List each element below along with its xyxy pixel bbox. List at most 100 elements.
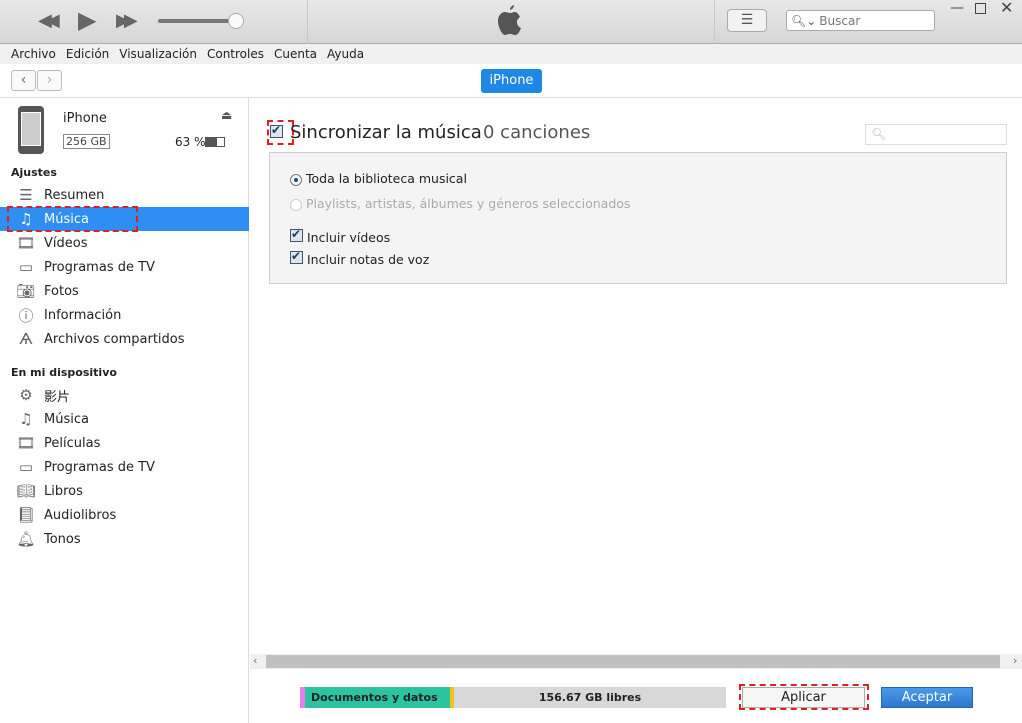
sidebar-item-label: Audiolibros	[44, 507, 117, 523]
menu-controles[interactable]: Controles	[202, 47, 269, 61]
sync-options-box: Toda la biblioteca musical Playlists, ar…	[269, 152, 1007, 284]
main-panel: Sincronizar la música 0 canciones 🔍︎ Tod…	[250, 98, 1022, 653]
app-store-icon: Ѧ	[19, 330, 33, 348]
scroll-right-icon[interactable]: ›	[1013, 654, 1017, 667]
camera-icon: 📷︎	[16, 282, 36, 300]
option-label: Incluir vídeos	[306, 230, 391, 245]
list-view-button[interactable]: ☰	[727, 9, 767, 32]
sidebar-item-device-tv[interactable]: ▭ Programas de TV	[0, 455, 249, 479]
menu-archivo[interactable]: Archivo	[6, 47, 61, 61]
search-icon: 🔍︎⌄	[791, 13, 817, 28]
device-button[interactable]: iPhone	[481, 69, 542, 93]
sidebar-item-peliculas[interactable]: 🎞︎ Películas	[0, 431, 249, 455]
sidebar: iPhone 256 GB ⏏ 63 % Ajustes ☰ Resumen ♫ M…	[0, 98, 249, 723]
horizontal-scrollbar[interactable]: ‹ ›	[250, 654, 1022, 669]
divider	[714, 0, 715, 44]
option-all-library[interactable]: Toda la biblioteca musical	[290, 171, 467, 186]
radio-selected[interactable]	[290, 198, 302, 211]
forward-button[interactable]: ›	[37, 70, 62, 91]
sidebar-item-label: Tonos	[44, 531, 81, 547]
volume-knob[interactable]	[228, 13, 244, 29]
sidebar-item-informacion[interactable]: ⓘ Información	[0, 303, 249, 327]
sidebar-item-label: 影片	[44, 389, 71, 405]
sidebar-item-tv[interactable]: ▭ Programas de TV	[0, 255, 249, 279]
highlight-box	[739, 684, 869, 710]
search-box[interactable]: 🔍︎⌄	[786, 10, 935, 31]
sidebar-item-fotos[interactable]: 📷︎ Fotos	[0, 279, 249, 303]
film-icon: 🎞︎	[16, 234, 36, 252]
sidebar-item-label: Programas de TV	[44, 459, 155, 475]
sidebar-item-audiolibros[interactable]: 📘︎ Audiolibros	[0, 503, 249, 527]
divider	[307, 0, 308, 44]
bell-icon: 🔔︎	[16, 530, 36, 548]
gear-icon: ⚙	[19, 386, 33, 404]
device-header: En mi dispositivo	[11, 366, 117, 379]
accept-button[interactable]: Aceptar	[881, 687, 973, 708]
capacity-badge: 256 GB	[63, 134, 110, 149]
option-label: Incluir notas de voz	[306, 252, 430, 267]
tv-icon: ▭	[18, 458, 34, 476]
scrollbar-thumb[interactable]	[266, 655, 1000, 668]
sidebar-item-label: Fotos	[44, 283, 79, 299]
sidebar-item-label: Películas	[44, 435, 101, 451]
play-button[interactable]: ▶	[78, 6, 96, 34]
include-videos-checkbox[interactable]	[290, 227, 303, 242]
include-videos[interactable]: Incluir vídeos	[290, 227, 391, 245]
tv-icon: ▭	[18, 258, 34, 276]
minimize-button[interactable]: —	[950, 0, 964, 16]
sync-music-label: Sincronizar la música	[290, 122, 482, 143]
back-button[interactable]: ‹	[11, 70, 36, 91]
battery-percent: 63 %	[175, 135, 206, 149]
sidebar-item-resumen[interactable]: ☰ Resumen	[0, 183, 249, 207]
storage-segment-docs: Documentos y datos	[305, 687, 450, 708]
list-icon: ☰	[19, 186, 33, 204]
film-icon: 🎞︎	[16, 434, 36, 452]
sidebar-item-label: Información	[44, 307, 122, 323]
sidebar-item-label: Archivos compartidos	[44, 331, 185, 347]
sidebar-item-device-musica[interactable]: ♫ Música	[0, 407, 249, 431]
sidebar-item-label: Libros	[44, 483, 83, 499]
menu-ayuda[interactable]: Ayuda	[322, 47, 369, 61]
storage-bar: Documentos y datos 156.67 GB libres	[300, 687, 726, 708]
search-input[interactable]	[819, 13, 930, 28]
song-count: 0 canciones	[483, 122, 591, 143]
menu-edicion[interactable]: Edición	[61, 47, 114, 61]
fast-forward-button[interactable]: ▶▶	[116, 10, 138, 31]
search-icon: 🔍︎	[871, 127, 887, 141]
scroll-left-icon[interactable]: ‹	[253, 654, 257, 667]
device-name: iPhone	[63, 111, 107, 126]
menu-cuenta[interactable]: Cuenta	[269, 47, 322, 61]
menu-visualizacion[interactable]: Visualización	[114, 47, 202, 61]
include-voice-memos[interactable]: Incluir notas de voz	[290, 249, 430, 267]
title-toolbar: ◀◀ ▶ ▶▶ ☰ 🔍︎⌄ — ✕	[0, 0, 1022, 44]
highlight-box	[7, 206, 138, 232]
sidebar-item-archivos[interactable]: Ѧ Archivos compartidos	[0, 327, 249, 351]
maximize-button[interactable]	[975, 3, 986, 14]
sidebar-item-tonos[interactable]: 🔔︎ Tonos	[0, 527, 249, 551]
sidebar-item-label: Vídeos	[44, 235, 88, 251]
book-icon: 📖︎	[16, 482, 36, 500]
info-icon: ⓘ	[18, 306, 34, 325]
sidebar-item-libros[interactable]: 📖︎ Libros	[0, 479, 249, 503]
menu-bar: Archivo Edición Visualización Controles …	[0, 44, 1022, 64]
sidebar-item-label: Programas de TV	[44, 259, 155, 275]
option-label: Playlists, artistas, álbumes y géneros s…	[305, 196, 631, 211]
close-button[interactable]: ✕	[1000, 0, 1013, 17]
sidebar-item-videos[interactable]: 🎞︎ Vídeos	[0, 231, 249, 255]
battery-icon	[205, 137, 225, 147]
option-label: Toda la biblioteca musical	[305, 171, 467, 186]
option-selected[interactable]: Playlists, artistas, álbumes y géneros s…	[290, 196, 630, 211]
apple-logo-icon	[496, 4, 524, 38]
include-voice-checkbox[interactable]	[290, 249, 303, 264]
music-search-input[interactable]: 🔍︎	[865, 124, 1007, 145]
iphone-icon	[18, 106, 44, 154]
eject-icon[interactable]: ⏏	[221, 108, 232, 122]
rewind-button[interactable]: ◀◀	[38, 10, 60, 31]
sidebar-item-label: Resumen	[44, 187, 105, 203]
volume-slider[interactable]	[158, 19, 238, 23]
radio-all[interactable]	[290, 173, 302, 186]
audiobook-icon: 📘︎	[16, 506, 36, 524]
storage-free: 156.67 GB libres	[454, 687, 726, 708]
settings-header: Ajustes	[11, 166, 57, 179]
sidebar-item-movies-cn[interactable]: ⚙ 影片	[0, 383, 249, 407]
